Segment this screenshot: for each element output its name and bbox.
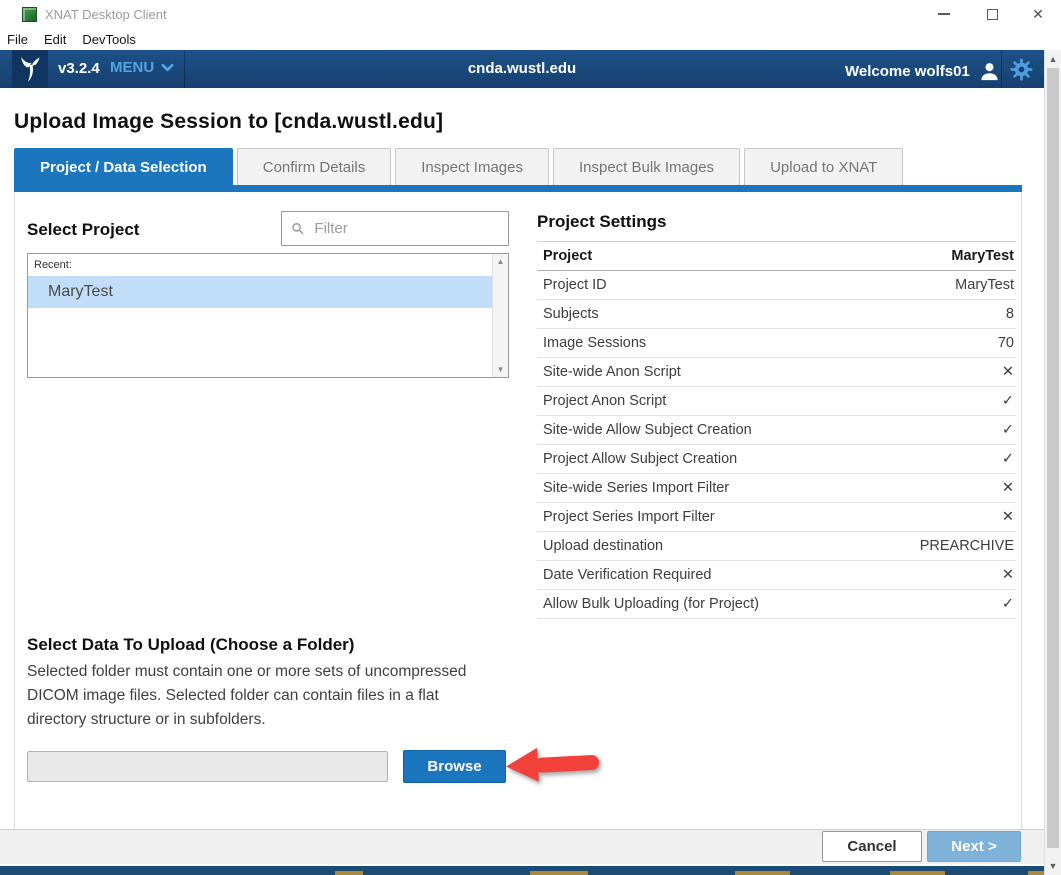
project-settings-heading: Project Settings xyxy=(537,212,666,232)
menu-dropdown-label: MENU xyxy=(110,59,154,76)
upload-section-heading: Select Data To Upload (Choose a Folder) xyxy=(27,635,354,655)
settings-row: Upload destination PREARCHIVE xyxy=(537,532,1016,561)
setting-value: ✕ xyxy=(1002,509,1014,525)
setting-value: ✕ xyxy=(1002,364,1014,380)
project-list: MaryTest xyxy=(28,276,492,308)
page-title: Upload Image Session to [cnda.wustl.edu] xyxy=(14,110,443,134)
appbar-divider xyxy=(1001,50,1002,88)
clipped-footer-strip xyxy=(0,866,1044,875)
tab-bar: Project / Data SelectionConfirm DetailsI… xyxy=(14,148,903,185)
chevron-down-icon xyxy=(161,63,174,72)
settings-row: Site-wide Anon Script ✕ xyxy=(537,358,1016,387)
setting-label: Project ID xyxy=(543,277,607,293)
settings-row: Site-wide Allow Subject Creation ✓ xyxy=(537,416,1016,445)
folder-path-input[interactable] xyxy=(27,751,388,782)
tab-project-data-selection[interactable]: Project / Data Selection xyxy=(14,148,233,185)
settings-row: Project Anon Script ✓ xyxy=(537,387,1016,416)
xnat-logo xyxy=(12,50,48,88)
setting-label: Date Verification Required xyxy=(543,567,711,583)
setting-value: ✕ xyxy=(1002,567,1014,583)
scroll-down-icon[interactable]: ▼ xyxy=(493,365,508,374)
setting-value: MaryTest xyxy=(951,248,1014,264)
menu-bar: File Edit DevTools xyxy=(0,28,1061,50)
settings-row: Allow Bulk Uploading (for Project) ✓ xyxy=(537,590,1016,619)
user-icon xyxy=(978,60,1001,83)
setting-label: Site-wide Anon Script xyxy=(543,364,681,380)
setting-label: Subjects xyxy=(543,306,599,322)
setting-value: ✕ xyxy=(1002,480,1014,496)
setting-value: ✓ xyxy=(1002,393,1014,409)
welcome-text: Welcome wolfs01 xyxy=(845,63,970,80)
setting-label: Project xyxy=(543,248,592,264)
tab-inspect-images[interactable]: Inspect Images xyxy=(395,148,549,185)
settings-button[interactable] xyxy=(1010,58,1033,86)
close-button[interactable]: ✕ xyxy=(1020,0,1056,28)
setting-label: Project Series Import Filter xyxy=(543,509,715,525)
setting-value: ✓ xyxy=(1002,596,1014,612)
maximize-icon xyxy=(987,9,998,20)
minimize-icon xyxy=(938,13,950,15)
search-icon xyxy=(291,221,304,236)
browse-button[interactable]: Browse xyxy=(403,750,506,783)
maximize-button[interactable] xyxy=(974,0,1010,28)
settings-row: Site-wide Series Import Filter ✕ xyxy=(537,474,1016,503)
setting-value: 70 xyxy=(998,335,1014,351)
app-version: v3.2.4 xyxy=(58,60,100,77)
setting-value: MaryTest xyxy=(955,277,1014,293)
scrollbar-thumb[interactable] xyxy=(1047,68,1059,848)
setting-label: Project Allow Subject Creation xyxy=(543,451,737,467)
settings-row: Project Allow Subject Creation ✓ xyxy=(537,445,1016,474)
setting-label: Allow Bulk Uploading (for Project) xyxy=(543,596,759,612)
minimize-button[interactable] xyxy=(926,0,962,28)
settings-row: Date Verification Required ✕ xyxy=(537,561,1016,590)
tab-inspect-bulk-images[interactable]: Inspect Bulk Images xyxy=(553,148,740,185)
settings-row: Project ID MaryTest xyxy=(537,271,1016,300)
menu-item-file[interactable]: File xyxy=(7,32,28,47)
setting-label: Site-wide Series Import Filter xyxy=(543,480,729,496)
close-icon: ✕ xyxy=(1032,7,1044,21)
user-menu[interactable]: Welcome wolfs01 xyxy=(845,60,1001,83)
menu-dropdown[interactable]: MENU xyxy=(110,59,174,76)
appbar-divider xyxy=(184,50,185,88)
setting-label: Project Anon Script xyxy=(543,393,666,409)
upload-description: Selected folder must contain one or more… xyxy=(27,660,495,732)
setting-value: ✓ xyxy=(1002,422,1014,438)
scroll-down-icon[interactable]: ▼ xyxy=(1045,861,1061,871)
next-button[interactable]: Next > xyxy=(927,831,1021,862)
project-list-item[interactable]: MaryTest xyxy=(28,276,492,308)
app-bar: v3.2.4 MENU cnda.wustl.edu Welcome wolfs… xyxy=(0,50,1044,88)
setting-value: ✓ xyxy=(1002,451,1014,467)
app-icon xyxy=(22,7,37,22)
settings-row: Subjects 8 xyxy=(537,300,1016,329)
active-tab-underline xyxy=(14,185,1022,192)
setting-label: Image Sessions xyxy=(543,335,646,351)
window-title: XNAT Desktop Client xyxy=(45,7,167,22)
cancel-button[interactable]: Cancel xyxy=(822,831,922,862)
setting-value: PREARCHIVE xyxy=(920,538,1014,554)
project-listbox: Recent: MaryTest ▲ ▼ xyxy=(27,253,509,378)
project-filter xyxy=(281,211,509,246)
project-filter-input[interactable] xyxy=(312,219,499,238)
menu-item-devtools[interactable]: DevTools xyxy=(82,32,135,47)
setting-value: 8 xyxy=(1006,306,1014,322)
scroll-up-icon[interactable]: ▲ xyxy=(1045,54,1061,64)
xnat-logo-icon xyxy=(18,56,42,83)
setting-label: Site-wide Allow Subject Creation xyxy=(543,422,752,438)
tab-upload-to-xnat[interactable]: Upload to XNAT xyxy=(744,148,903,185)
gear-icon xyxy=(1010,58,1033,81)
settings-row: Project MaryTest xyxy=(537,242,1016,271)
tab-confirm-details[interactable]: Confirm Details xyxy=(237,148,392,185)
scroll-up-icon[interactable]: ▲ xyxy=(493,257,508,266)
settings-row: Image Sessions 70 xyxy=(537,329,1016,358)
select-project-heading: Select Project xyxy=(27,220,139,240)
listbox-scrollbar[interactable]: ▲ ▼ xyxy=(492,254,508,377)
settings-row: Project Series Import Filter ✕ xyxy=(537,503,1016,532)
project-settings-table: Project MaryTest Project ID MaryTest Subject… xyxy=(537,241,1016,619)
window-scrollbar[interactable]: ▲ ▼ xyxy=(1044,50,1061,875)
recent-label: Recent: xyxy=(34,259,72,271)
setting-label: Upload destination xyxy=(543,538,663,554)
window-title-bar: XNAT Desktop Client ✕ xyxy=(0,0,1061,28)
menu-item-edit[interactable]: Edit xyxy=(44,32,66,47)
